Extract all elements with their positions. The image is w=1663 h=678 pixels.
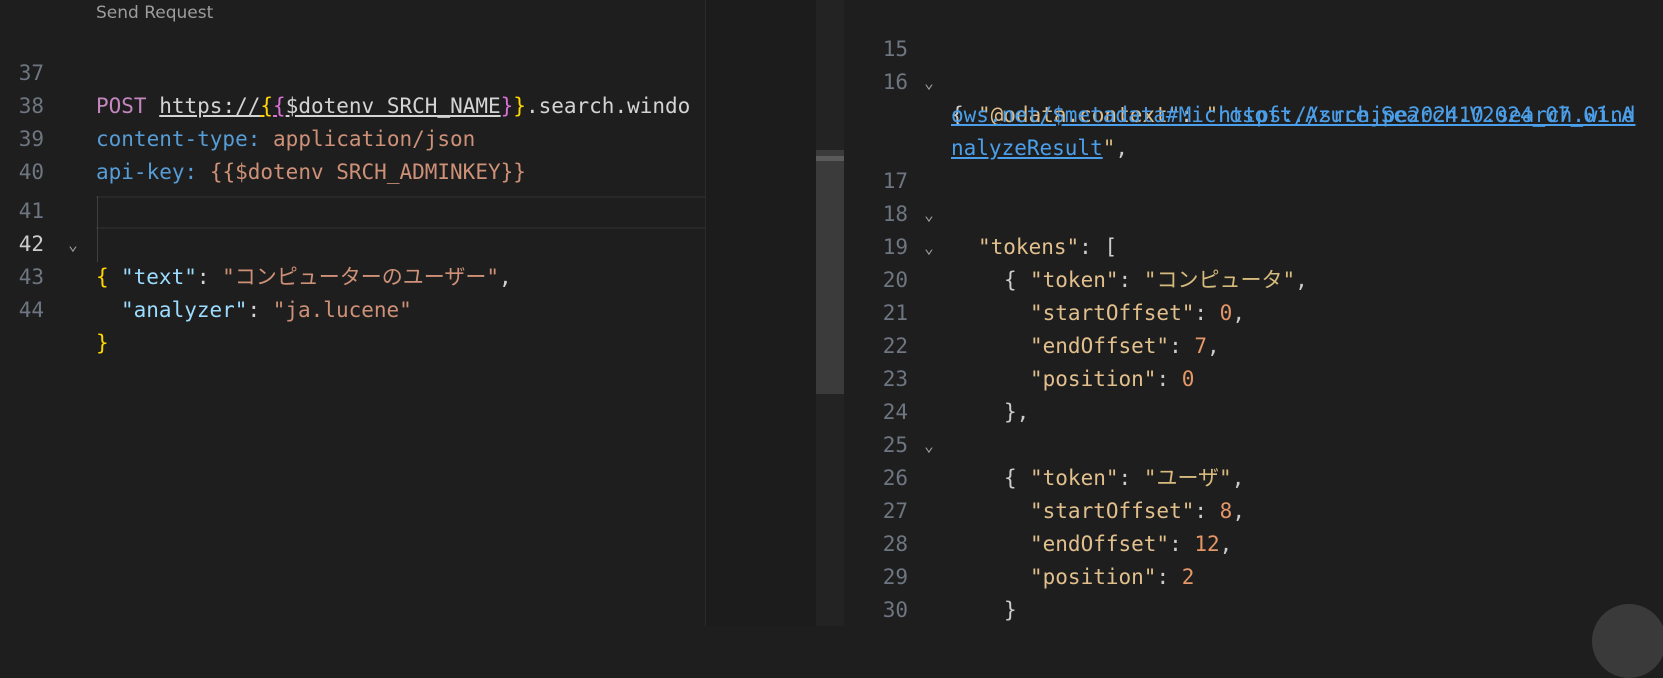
editor-line[interactable]: 38 content-type: application/json — [0, 57, 706, 151]
editor-line[interactable]: 17 ⌄ "tokens": [ — [844, 132, 1663, 259]
editor-line[interactable]: 42 "text": "コンピューターのユーザー", — [0, 195, 706, 289]
editor-line[interactable]: 40 — [0, 123, 706, 184]
floating-action-button[interactable] — [1592, 604, 1663, 678]
brace: } — [96, 331, 109, 355]
json-key: "analyzer" — [121, 298, 248, 322]
editor-line[interactable]: 44 } — [0, 261, 706, 355]
editor-line[interactable]: 19 "token": "コンピュータ", — [844, 198, 1663, 292]
json-string: "ja.lucene" — [272, 298, 412, 322]
editor-line[interactable]: 26 "startOffset": 8, — [844, 429, 1663, 523]
editor-line[interactable]: 18 ⌄ { — [844, 165, 1663, 292]
editor-line[interactable]: 27 "endOffset": 12, — [844, 462, 1663, 556]
editor-line[interactable]: 43 "analyzer": "ja.lucene" — [0, 228, 706, 322]
editor-line[interactable]: 31 } — [844, 594, 1663, 626]
editor-line[interactable]: 15 ⌄ { — [844, 0, 1663, 127]
colon: : — [247, 298, 273, 322]
editor-line[interactable]: 29 } — [844, 528, 1663, 622]
editor-line[interactable]: 39 api-key: {{$dotenv SRCH_ADMINKEY}} — [0, 90, 706, 184]
editor-line[interactable]: 23 }, — [844, 330, 1663, 424]
send-request-codelens[interactable]: Send Request — [96, 3, 213, 23]
response-viewer[interactable]: 15 ⌄ { 16 "@odata.context": "https://src… — [844, 0, 1663, 626]
editor-line[interactable]: 16 "@odata.context": "https://srchjpe202… — [844, 33, 1663, 127]
editor-line[interactable]: 25 "token": "ユーザ", — [844, 396, 1663, 490]
request-editor[interactable]: Send Request 37 POST https://{{$dotenv S… — [0, 0, 706, 626]
editor-line[interactable]: 24 ⌄ { — [844, 363, 1663, 490]
vertical-scrollbar[interactable] — [816, 0, 844, 626]
scrollbar-marker — [816, 156, 844, 161]
empty-gutter — [706, 0, 816, 626]
scrollbar-thumb[interactable] — [816, 150, 844, 394]
editor-line[interactable]: 41 ⌄ { — [0, 162, 706, 289]
editor-line[interactable]: 20 "startOffset": 0, — [844, 231, 1663, 325]
editor-line[interactable]: 21 "endOffset": 7, — [844, 264, 1663, 358]
editor-line[interactable]: 28 "position": 2 — [844, 495, 1663, 589]
json-body-line: "analyzer": "ja.lucene" — [121, 294, 412, 327]
editor-line-wrap[interactable]: ows.net/$metadata#Microsoft.Azure.Search… — [844, 66, 1663, 127]
editor-line[interactable]: 30 ] — [844, 561, 1663, 622]
line-number: 44 — [18, 298, 44, 322]
editor-line[interactable]: 37 POST https://{{$dotenv SRCH_NAME}}.se… — [0, 24, 706, 118]
editor-line-wrap[interactable]: nalyzeResult", — [844, 99, 1663, 160]
editor-line[interactable]: 22 "position": 0 — [844, 297, 1663, 391]
